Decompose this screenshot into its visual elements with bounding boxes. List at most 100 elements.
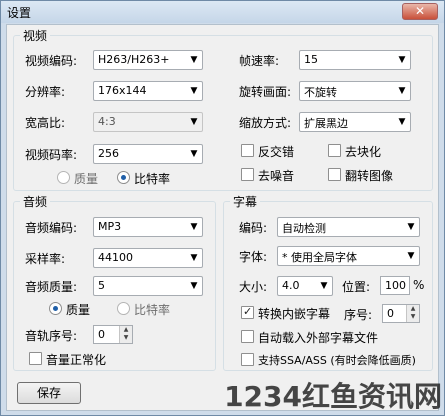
percent-unit: % (413, 278, 425, 292)
chevron-down-icon: ▼ (407, 251, 415, 261)
video-codec-value: H263/H263+ (98, 53, 170, 66)
rotate-select[interactable]: 不旋转 ▼ (299, 81, 411, 101)
chevron-down-icon: ▼ (398, 117, 406, 127)
deinterlace-label: 反交错 (258, 145, 295, 159)
chevron-down-icon: ▼ (407, 222, 415, 232)
chevron-down-icon: ▼ (190, 55, 198, 65)
rotate-label: 旋转画面: (239, 85, 292, 99)
convert-embedded-label: 转换内嵌字幕 (258, 307, 331, 321)
subtitle-size-select[interactable]: 4.0 ▼ (277, 276, 333, 296)
framerate-select[interactable]: 15 ▼ (299, 50, 411, 70)
chevron-down-icon: ▼ (190, 149, 198, 159)
watermark-logo: 1234红鱼资讯网 (224, 380, 442, 413)
chevron-down-icon: ▼ (190, 253, 198, 263)
spin-up-icon[interactable]: ▲ (120, 326, 132, 334)
chevron-down-icon: ▼ (398, 55, 406, 65)
deblock-checkbox[interactable] (328, 144, 341, 157)
window-title: 设置 (7, 6, 32, 20)
audio-codec-value: MP3 (98, 220, 122, 233)
video-quality-radio-label: 质量 (74, 172, 99, 186)
subtitle-index-spinner[interactable]: 0 ▲ ▼ (382, 304, 420, 323)
resolution-select[interactable]: 176x144 ▼ (93, 81, 203, 101)
chevron-down-icon: ▼ (398, 86, 406, 96)
subtitle-encoding-value: 自动检测 (282, 222, 326, 235)
scale-value: 扩展黑边 (304, 117, 348, 130)
subtitle-group-title: 字幕 (233, 195, 258, 209)
audio-quality-label: 音频质量: (25, 280, 78, 294)
spin-down-icon[interactable]: ▼ (120, 334, 132, 342)
audio-quality-radio-label: 质量 (66, 303, 91, 317)
chevron-down-icon: ▼ (320, 281, 328, 291)
normalize-label: 音量正常化 (46, 353, 107, 367)
title-bar[interactable]: 设置 ✕ (1, 1, 444, 23)
chevron-down-icon: ▼ (190, 117, 198, 127)
convert-embedded-checkbox[interactable]: ✓ (241, 305, 254, 319)
spin-up-icon[interactable]: ▲ (407, 305, 419, 313)
auto-load-label: 自动载入外部字幕文件 (258, 331, 379, 345)
resolution-value: 176x144 (98, 84, 147, 97)
video-quality-radio[interactable] (57, 171, 70, 184)
video-bitrate-radio-label: 比特率 (134, 172, 171, 186)
audio-quality-select[interactable]: 5 ▼ (93, 276, 203, 296)
close-button[interactable]: ✕ (402, 3, 438, 20)
aspect-value: 4:3 (98, 115, 116, 128)
subtitle-font-label: 字体: (239, 250, 268, 264)
denoise-checkbox[interactable] (241, 168, 254, 181)
audio-quality-value: 5 (98, 279, 105, 292)
audio-bitrate-radio-label: 比特率 (134, 303, 171, 317)
audio-codec-label: 音频编码: (25, 221, 78, 235)
spinner-buttons: ▲ ▼ (119, 326, 132, 343)
radio-selected-dot (121, 175, 126, 180)
chevron-down-icon: ▼ (190, 86, 198, 96)
save-button-label: 保存 (36, 386, 61, 400)
deblock-label: 去块化 (345, 145, 382, 159)
samplerate-value: 44100 (98, 251, 133, 264)
scale-select[interactable]: 扩展黑边 ▼ (299, 112, 411, 132)
video-bitrate-select[interactable]: 256 ▼ (93, 144, 203, 164)
aspect-select[interactable]: 4:3 ▼ (93, 112, 203, 132)
ssa-support-label: 支持SSA/ASS (有时会降低画质) (258, 354, 416, 367)
track-label: 音轨序号: (25, 329, 78, 343)
subtitle-encoding-label: 编码: (239, 221, 268, 235)
spin-down-icon[interactable]: ▼ (407, 313, 419, 321)
subtitle-position-value: 100 (385, 279, 406, 292)
subtitle-position-input[interactable]: 100 (380, 276, 410, 295)
radio-selected-dot (53, 306, 58, 311)
checkmark-icon: ✓ (243, 305, 253, 318)
framerate-label: 帧速率: (239, 54, 280, 68)
audio-codec-select[interactable]: MP3 ▼ (93, 217, 203, 237)
resolution-label: 分辨率: (25, 85, 66, 99)
save-button[interactable]: 保存 (17, 382, 81, 404)
track-value: 0 (98, 328, 105, 341)
subtitle-position-label: 位置: (342, 280, 371, 294)
video-bitrate-label: 视频码率: (25, 148, 78, 162)
video-codec-select[interactable]: H263/H263+ ▼ (93, 50, 203, 70)
subtitle-index-value: 0 (387, 307, 394, 320)
deinterlace-checkbox[interactable] (241, 144, 254, 157)
subtitle-font-value: * 使用全局字体 (282, 251, 357, 264)
video-group-title: 视频 (23, 29, 48, 43)
flip-checkbox[interactable] (328, 168, 341, 181)
subtitle-encoding-select[interactable]: 自动检测 ▼ (277, 217, 420, 237)
flip-label: 翻转图像 (345, 169, 394, 183)
close-icon: ✕ (414, 4, 426, 18)
ssa-support-checkbox[interactable] (241, 353, 254, 366)
track-spinner[interactable]: 0 ▲ ▼ (93, 325, 133, 344)
subtitle-index-label: 序号: (344, 308, 373, 322)
rotate-value: 不旋转 (304, 86, 337, 99)
chevron-down-icon: ▼ (190, 281, 198, 291)
auto-load-checkbox[interactable] (241, 330, 254, 343)
aspect-label: 宽高比: (25, 116, 66, 130)
audio-bitrate-radio[interactable] (117, 302, 130, 315)
settings-dialog: 设置 ✕ 视频 视频编码: H263/H263+ ▼ 分辨率: 176x144 … (0, 0, 445, 416)
video-codec-label: 视频编码: (25, 54, 78, 68)
subtitle-size-value: 4.0 (282, 279, 300, 292)
samplerate-select[interactable]: 44100 ▼ (93, 248, 203, 268)
normalize-checkbox[interactable] (29, 352, 42, 365)
audio-group-title: 音频 (23, 195, 48, 209)
audio-quality-radio[interactable] (49, 302, 62, 315)
subtitle-font-select[interactable]: * 使用全局字体 ▼ (277, 246, 420, 266)
video-bitrate-radio[interactable] (117, 171, 130, 184)
subtitle-size-label: 大小: (239, 280, 268, 294)
samplerate-label: 采样率: (25, 252, 66, 266)
